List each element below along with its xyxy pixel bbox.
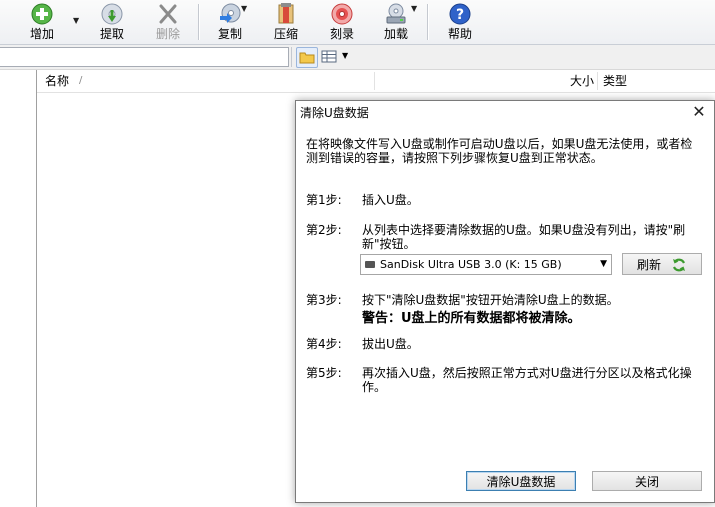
refresh-button[interactable]: 刷新 — [622, 253, 702, 275]
view-dropdown-arrow-icon[interactable]: ▼ — [342, 51, 348, 60]
usb-drive-icon — [365, 261, 375, 268]
sort-indicator-icon: / — [79, 75, 83, 86]
address-separator — [291, 47, 292, 67]
view-mode-button[interactable] — [320, 48, 338, 65]
copy-disc-icon — [220, 3, 241, 23]
mount-dropdown-arrow-icon[interactable]: ▼ — [411, 4, 417, 13]
chevron-down-icon: ▼ — [600, 259, 607, 269]
column-separator[interactable] — [597, 72, 598, 90]
step-3-label: 第3步: — [306, 293, 342, 307]
clear-usb-data-button[interactable]: 清除U盘数据 — [466, 471, 576, 491]
compress-button[interactable]: 压缩 — [258, 0, 314, 44]
refresh-arrows-icon — [672, 258, 686, 272]
close-icon[interactable]: ✕ — [690, 103, 708, 121]
address-bar-row: ▼ — [0, 45, 715, 70]
step-5-text: 再次插入U盘，然后按照正常方式对U盘进行分区以及格式化操作。 — [362, 366, 692, 394]
file-list-header: 名称 / 大小 类型 — [37, 70, 715, 93]
address-input[interactable] — [0, 47, 289, 67]
step-4-text: 拔出U盘。 — [362, 337, 419, 351]
help-label: 帮助 — [447, 27, 472, 41]
burn-button[interactable]: 刻录 — [314, 0, 370, 44]
toolbar-separator — [427, 4, 428, 40]
step-2-label: 第2步: — [306, 223, 342, 237]
dialog-intro-text: 在将映像文件写入U盘或制作可启动U盘以后，如果U盘无法使用，或者检测到错误的容量… — [306, 137, 693, 165]
toolbar-separator — [198, 4, 199, 40]
step-5-label: 第5步: — [306, 366, 342, 380]
copy-button[interactable]: 复制 — [202, 0, 258, 44]
clear-usb-dialog: 清除U盘数据 ✕ 在将映像文件写入U盘或制作可启动U盘以后，如果U盘无法使用，或… — [295, 100, 715, 503]
refresh-label: 刷新 — [637, 258, 662, 272]
compress-label: 压缩 — [273, 27, 298, 41]
dialog-title: 清除U盘数据 — [300, 106, 369, 120]
step-3-text: 按下"清除U盘数据"按钮开始清除U盘上的数据。 — [362, 293, 619, 307]
step-1-text: 插入U盘。 — [362, 193, 419, 207]
delete-label: 删除 — [155, 27, 180, 41]
add-button[interactable]: 增加 — [14, 0, 70, 44]
help-button[interactable]: ? 帮助 — [432, 0, 488, 44]
burn-disc-icon — [331, 3, 353, 25]
extract-label: 提取 — [99, 27, 124, 41]
delete-button[interactable]: 删除 — [140, 0, 196, 44]
mount-drive-icon — [386, 3, 406, 24]
column-header-name[interactable]: 名称 — [45, 70, 69, 92]
extract-button[interactable]: 提取 — [84, 0, 140, 44]
column-header-size[interactable]: 大小 — [570, 70, 594, 92]
folder-tree-pane[interactable] — [0, 70, 37, 507]
copy-dropdown-arrow-icon[interactable]: ▼ — [241, 4, 247, 13]
add-label: 增加 — [29, 27, 54, 41]
compress-icon — [278, 3, 294, 24]
column-separator[interactable] — [374, 72, 375, 90]
close-button[interactable]: 关闭 — [592, 471, 702, 491]
step-2-text: 从列表中选择要清除数据的U盘。如果U盘没有列出，请按"刷新"按钮。 — [362, 223, 686, 251]
grid-view-icon — [321, 50, 337, 63]
column-header-type[interactable]: 类型 — [603, 70, 627, 92]
usb-drive-selected: SanDisk Ultra USB 3.0 (K: 15 GB) — [380, 258, 562, 271]
delete-x-icon — [159, 4, 177, 24]
folder-view-button[interactable] — [296, 47, 318, 68]
add-dropdown-arrow-icon[interactable]: ▼ — [73, 16, 79, 25]
burn-label: 刻录 — [329, 27, 354, 41]
step-1-label: 第1步: — [306, 193, 342, 207]
warning-text: 警告：U盘上的所有数据都将被清除。 — [362, 311, 581, 326]
plus-green-icon — [31, 3, 53, 25]
toolbar: 增加 ▼ 提取 删除 复制 ▼ 压缩 刻录 加载 ▼ ? 帮助 — [0, 0, 715, 45]
step-4-label: 第4步: — [306, 337, 342, 351]
svg-text:?: ? — [456, 7, 464, 23]
mount-label: 加载 — [383, 27, 408, 41]
usb-drive-select[interactable]: SanDisk Ultra USB 3.0 (K: 15 GB) ▼ — [360, 254, 612, 275]
copy-label: 复制 — [217, 27, 242, 41]
extract-icon — [101, 3, 123, 25]
help-question-icon: ? — [449, 3, 471, 25]
folder-icon — [299, 52, 315, 64]
